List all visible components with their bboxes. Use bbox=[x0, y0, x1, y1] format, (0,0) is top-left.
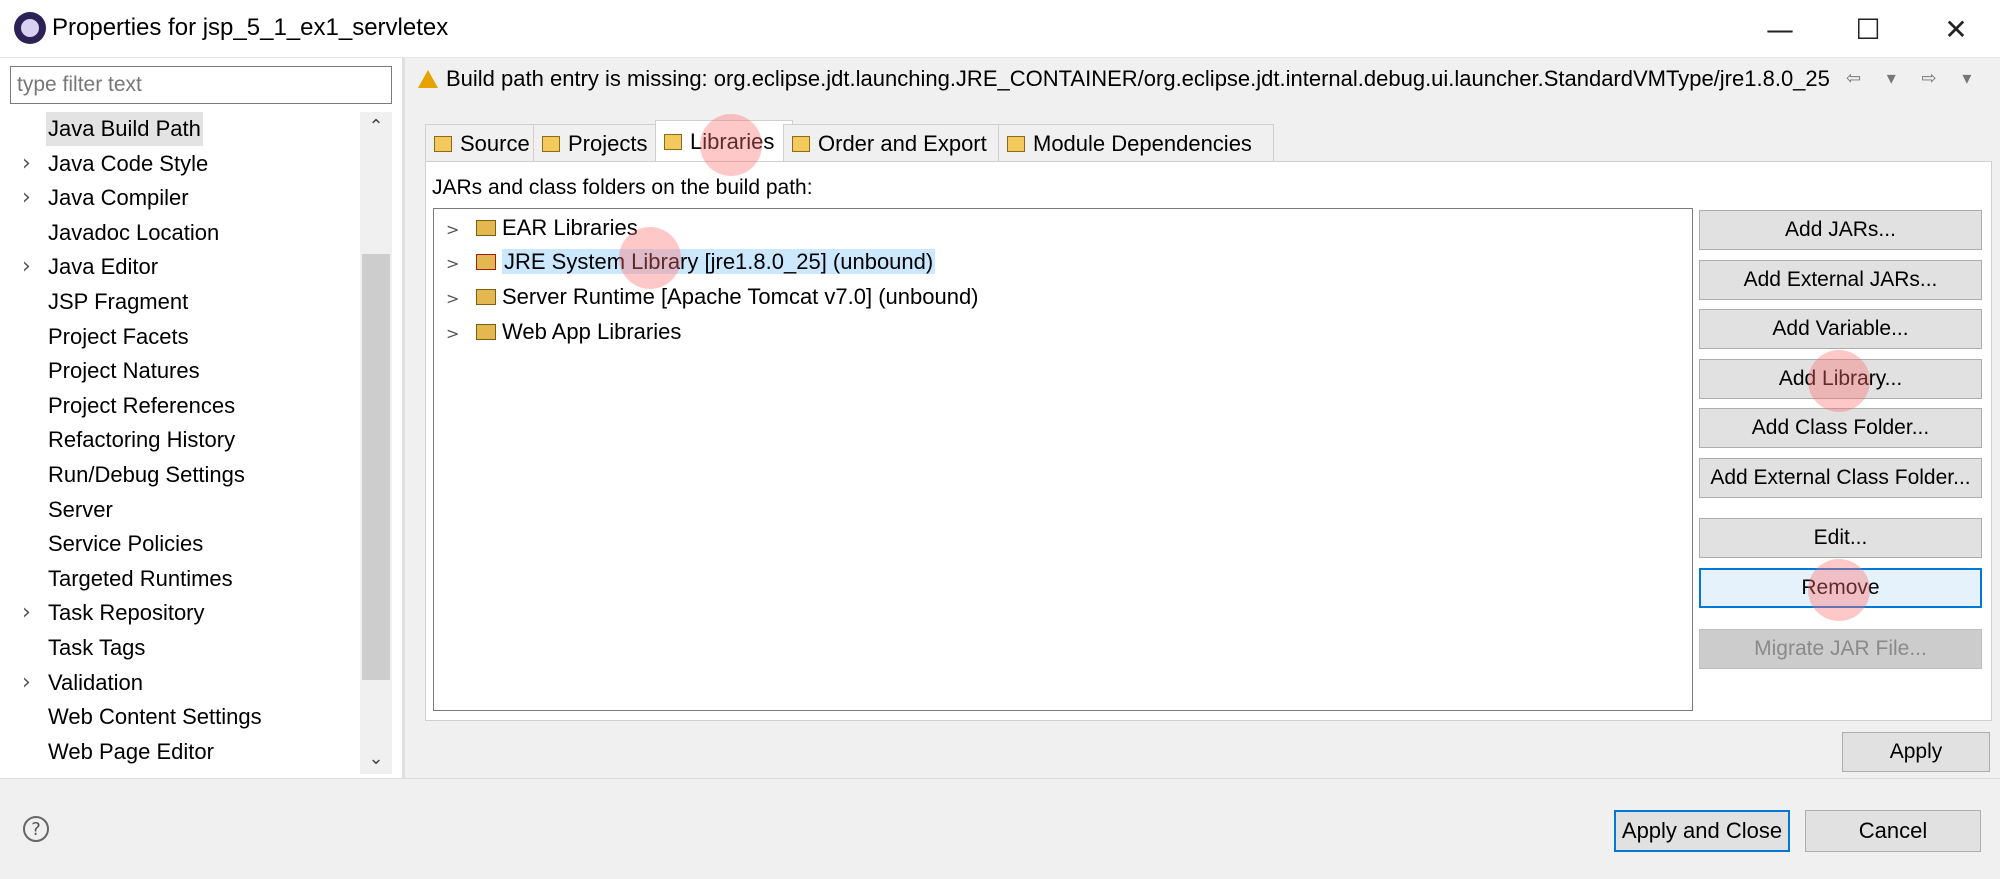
minimize-button[interactable]: — bbox=[1740, 0, 1820, 58]
nav-item[interactable]: Targeted Runtimes bbox=[46, 562, 235, 596]
expand-icon[interactable]: › bbox=[22, 596, 31, 630]
apply-and-close-button[interactable]: Apply and Close bbox=[1614, 810, 1790, 852]
expand-icon[interactable]: > bbox=[446, 318, 466, 350]
nav-item-label: Run/Debug Settings bbox=[48, 462, 245, 487]
close-button[interactable]: ✕ bbox=[1916, 0, 1996, 58]
remove-button[interactable]: Remove bbox=[1699, 568, 1982, 608]
nav-item-label: Targeted Runtimes bbox=[48, 565, 233, 591]
expand-icon[interactable]: › bbox=[22, 147, 31, 181]
nav-item-label: Project References bbox=[48, 392, 236, 418]
library-icon bbox=[476, 324, 496, 340]
library-icon bbox=[476, 289, 496, 305]
source-icon bbox=[434, 136, 452, 152]
order-icon bbox=[792, 136, 810, 152]
nav-item-label: Project Facets bbox=[48, 323, 189, 349]
nav-item[interactable]: Run/Debug Settings bbox=[46, 458, 247, 492]
library-entry-jre[interactable]: > JRE System Library [jre1.8.0_25] (unbou… bbox=[446, 246, 936, 280]
library-entry-server-runtime[interactable]: > Server Runtime [Apache Tomcat v7.0] (un… bbox=[446, 281, 979, 313]
nav-item[interactable]: Task Tags bbox=[46, 631, 147, 665]
nav-item-label: Java Editor bbox=[48, 254, 159, 280]
expand-icon[interactable]: > bbox=[446, 214, 466, 246]
scroll-up-icon[interactable]: ⌃ bbox=[362, 116, 390, 144]
tab-order-and-export[interactable]: Order and Export bbox=[783, 124, 1008, 163]
add-variable-button[interactable]: Add Variable... bbox=[1699, 309, 1982, 349]
warning-icon bbox=[418, 70, 438, 88]
scrollbar-thumb[interactable] bbox=[362, 254, 390, 680]
projects-icon bbox=[542, 136, 560, 152]
properties-tree: Java Build Path › Java Code Style › Java Com… bbox=[0, 112, 360, 774]
nav-item[interactable]: Javadoc Location bbox=[46, 216, 221, 250]
tab-projects[interactable]: Projects bbox=[533, 124, 665, 163]
eclipse-icon bbox=[14, 12, 46, 44]
library-error-icon bbox=[476, 254, 496, 270]
nav-item-label: Refactoring History bbox=[48, 427, 236, 453]
add-library-button[interactable]: Add Library... bbox=[1699, 359, 1982, 399]
nav-item[interactable]: › Java Code Style bbox=[22, 147, 210, 181]
nav-item[interactable]: JSP Fragment bbox=[46, 285, 190, 319]
apply-button[interactable]: Apply bbox=[1842, 732, 1990, 772]
nav-item[interactable]: Server bbox=[46, 493, 115, 527]
nav-item[interactable]: › Task Repository bbox=[22, 596, 207, 630]
expand-icon[interactable]: > bbox=[446, 248, 466, 280]
add-jars-button[interactable]: Add JARs... bbox=[1699, 210, 1982, 250]
window-title: Properties for jsp_5_1_ex1_servletex bbox=[52, 14, 449, 41]
nav-item-label: Web Page Editor bbox=[48, 738, 214, 764]
module-icon bbox=[1007, 136, 1025, 152]
tab-libraries[interactable]: Libraries bbox=[655, 120, 793, 163]
nav-item[interactable]: Project Natures bbox=[46, 354, 202, 388]
library-entry-ear[interactable]: > EAR Libraries bbox=[446, 212, 638, 244]
nav-item-label: Javadoc Location bbox=[48, 219, 220, 245]
nav-item[interactable]: Service Policies bbox=[46, 527, 205, 561]
build-path-warning: Build path entry is missing: org.eclipse… bbox=[446, 66, 1830, 91]
nav-item-label: Project Natures bbox=[48, 358, 200, 384]
nav-item-label: Task Tags bbox=[48, 635, 146, 660]
nav-item-label: Java Code Style bbox=[48, 150, 209, 176]
expand-icon[interactable]: › bbox=[22, 181, 31, 215]
nav-item[interactable]: Web Page Editor bbox=[46, 735, 216, 769]
cancel-button[interactable]: Cancel bbox=[1805, 810, 1981, 852]
library-icon bbox=[476, 220, 496, 236]
nav-item[interactable]: Web Content Settings bbox=[46, 700, 264, 734]
add-class-folder-button[interactable]: Add Class Folder... bbox=[1699, 408, 1982, 448]
nav-item[interactable]: › Java Editor bbox=[22, 250, 160, 284]
edit-button[interactable]: Edit... bbox=[1699, 518, 1982, 558]
history-nav-icons[interactable]: ⇦ ▾ ⇨ ▾ ⋮ bbox=[1846, 68, 2000, 89]
libraries-icon bbox=[664, 134, 682, 150]
nav-item-label: Java Build Path bbox=[48, 116, 201, 141]
build-path-heading: JARs and class folders on the build path… bbox=[432, 176, 813, 199]
library-entry-web-app[interactable]: > Web App Libraries bbox=[446, 316, 681, 348]
nav-item[interactable]: › Java Compiler bbox=[22, 181, 191, 215]
expand-icon[interactable]: › bbox=[22, 250, 31, 284]
nav-item[interactable]: Project Facets bbox=[46, 320, 191, 354]
scroll-down-icon[interactable]: ⌄ bbox=[362, 748, 390, 776]
migrate-jar-button: Migrate JAR File... bbox=[1699, 629, 1982, 669]
nav-item-label: Validation bbox=[48, 669, 143, 695]
maximize-button[interactable]: ☐ bbox=[1828, 0, 1908, 58]
nav-item[interactable]: Java Build Path bbox=[46, 112, 203, 146]
nav-item-label: Java Compiler bbox=[48, 185, 189, 211]
filter-input[interactable] bbox=[10, 66, 392, 104]
tab-source[interactable]: Source bbox=[425, 124, 543, 163]
expand-icon[interactable]: > bbox=[446, 283, 466, 315]
nav-item-label: Server bbox=[48, 496, 113, 522]
nav-item-label: Service Policies bbox=[48, 531, 204, 557]
nav-item-label: Task Repository bbox=[48, 600, 205, 626]
add-external-class-folder-button[interactable]: Add External Class Folder... bbox=[1699, 458, 1982, 498]
help-icon[interactable]: ? bbox=[23, 816, 49, 842]
add-external-jars-button[interactable]: Add External JARs... bbox=[1699, 260, 1982, 300]
tab-module-dependencies[interactable]: Module Dependencies bbox=[998, 124, 1274, 163]
nav-item[interactable]: Refactoring History bbox=[46, 423, 237, 457]
nav-item[interactable]: › Validation bbox=[22, 666, 145, 700]
nav-item-label: Web Content Settings bbox=[48, 704, 262, 730]
nav-item[interactable]: Project References bbox=[46, 389, 237, 423]
expand-icon[interactable]: › bbox=[22, 666, 31, 700]
nav-item-label: JSP Fragment bbox=[48, 289, 189, 314]
